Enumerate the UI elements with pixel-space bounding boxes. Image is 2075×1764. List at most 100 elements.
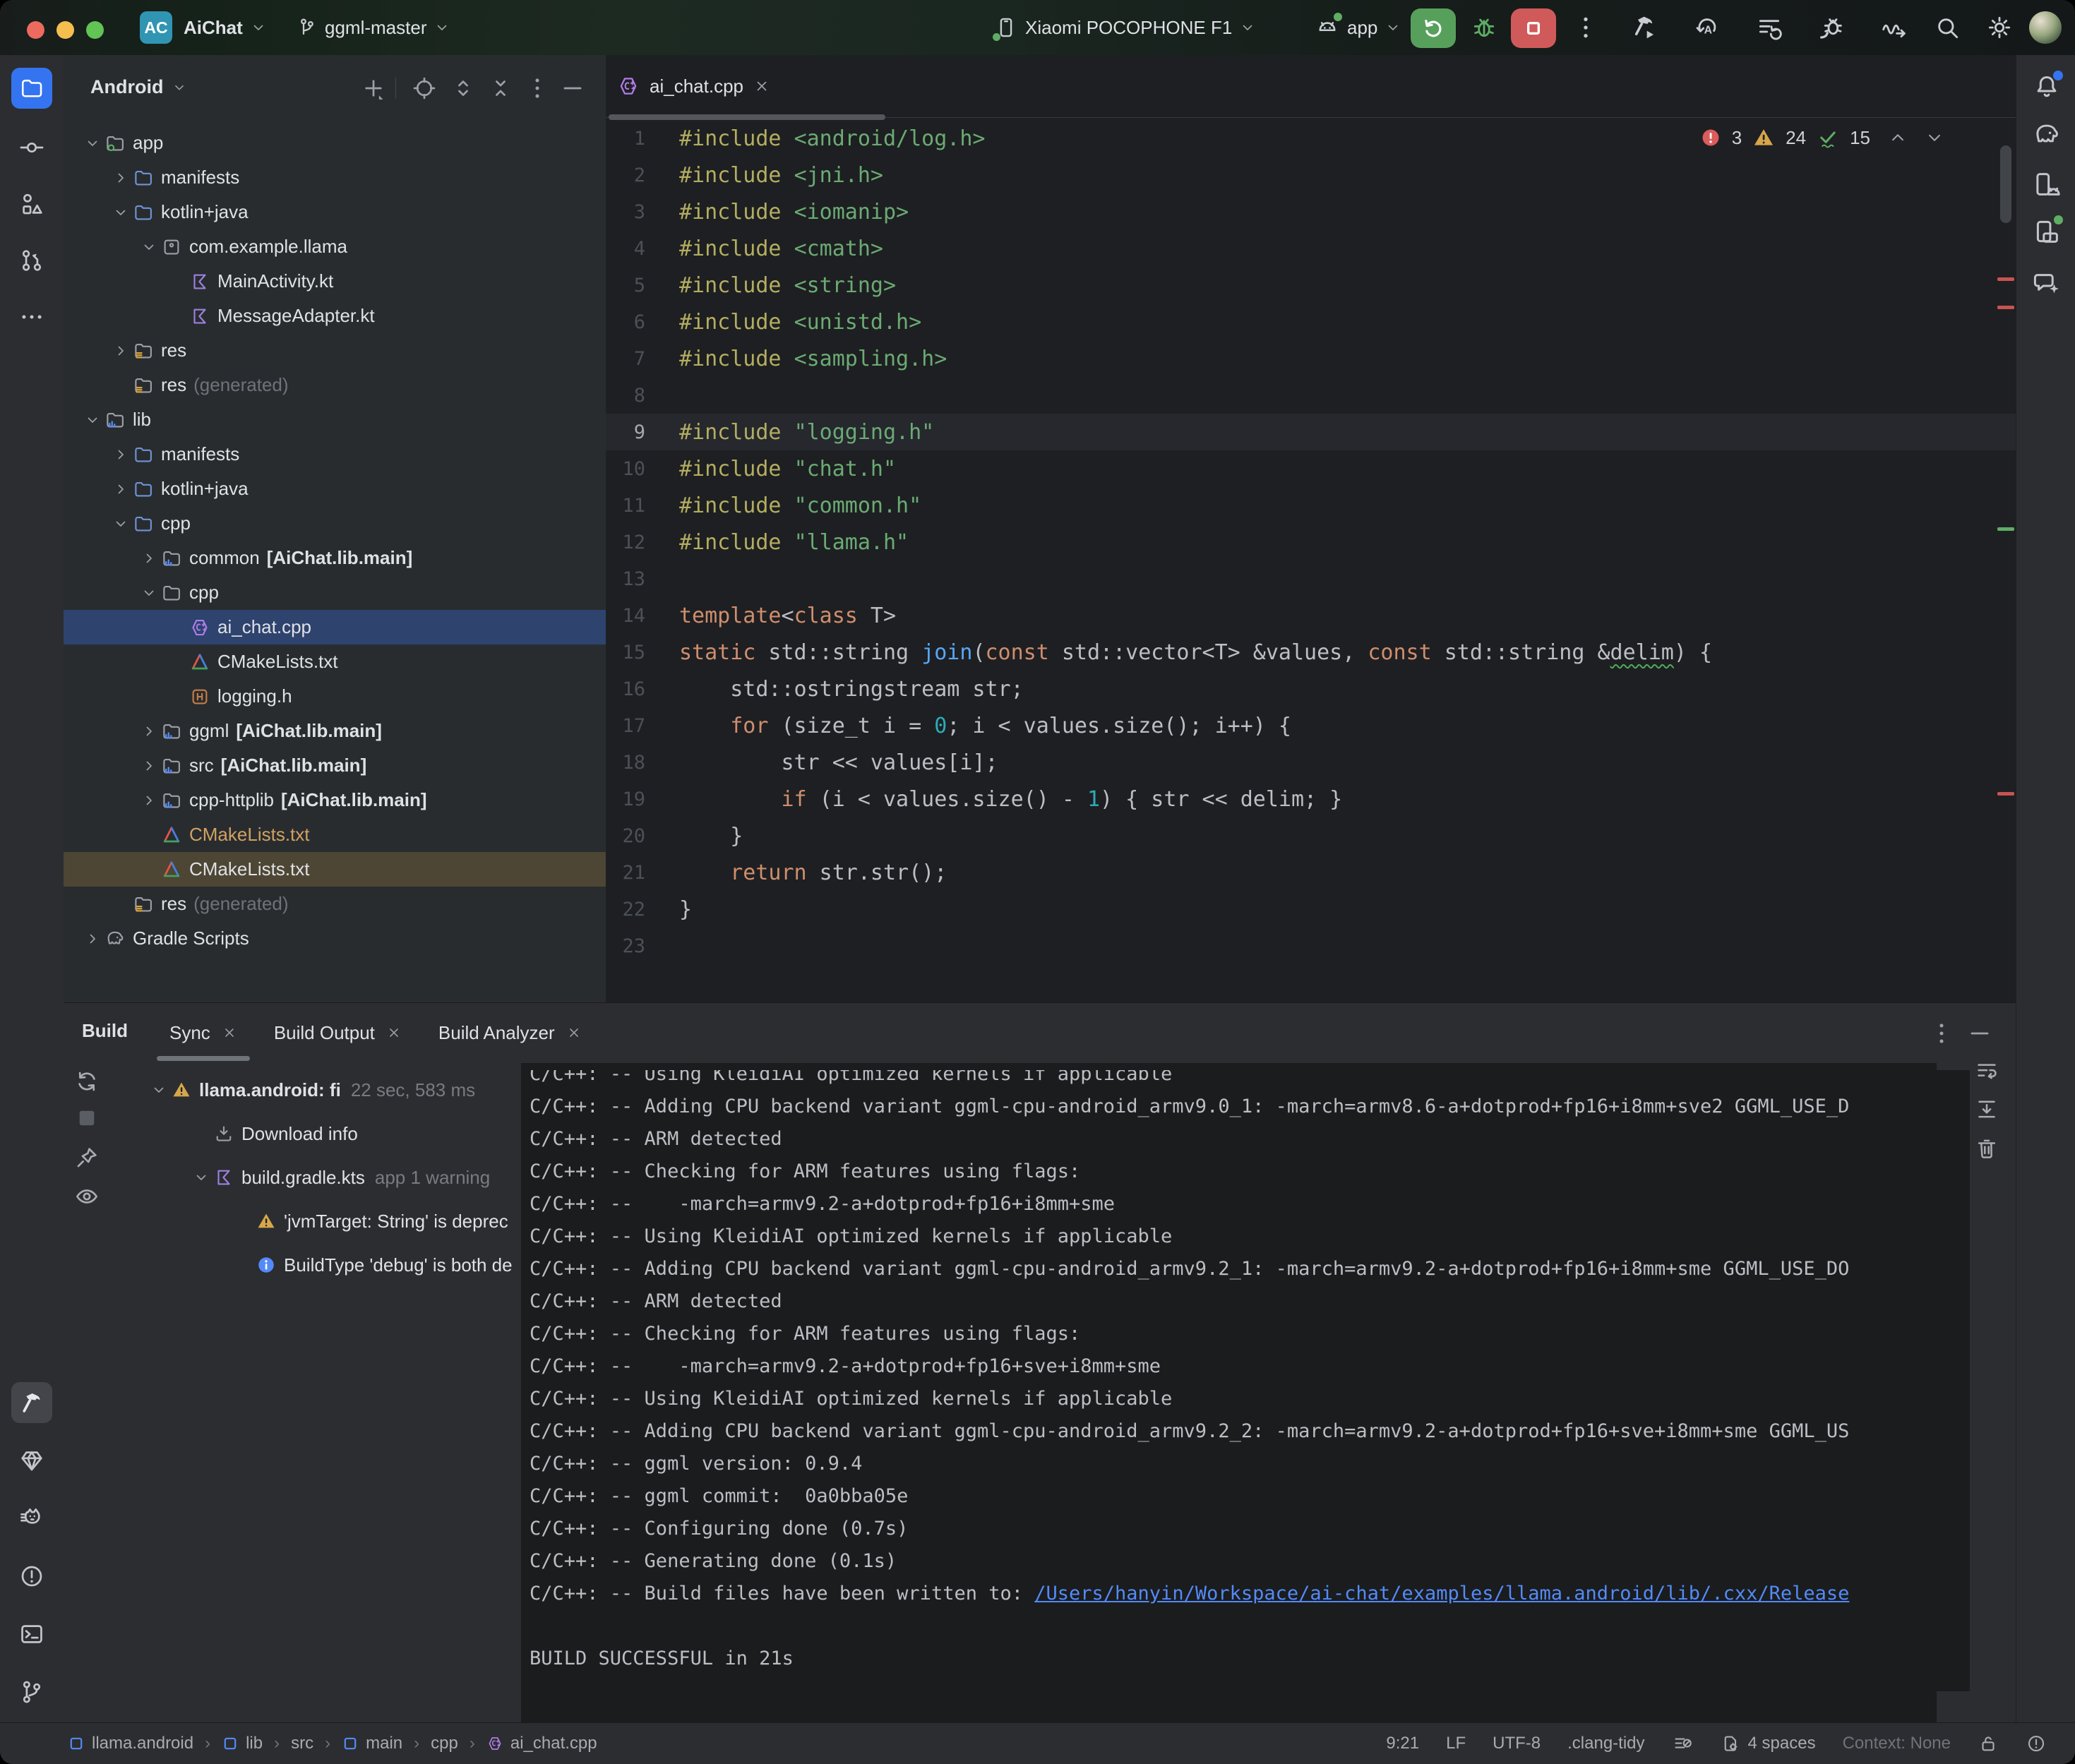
line-number[interactable]: 9 — [606, 421, 645, 443]
status-item[interactable] — [1672, 1733, 1693, 1754]
breadcrumb-item[interactable]: lib — [222, 1734, 263, 1753]
status-item-utf-8[interactable]: UTF-8 — [1493, 1734, 1541, 1753]
tree-row[interactable]: manifests — [64, 160, 606, 195]
settings-icon[interactable] — [1985, 13, 2014, 42]
console-path-link[interactable]: /Users/hanyin/Workspace/ai-chat/examples… — [1034, 1583, 1849, 1604]
tree-row[interactable]: lib — [64, 402, 606, 437]
chevron-slot[interactable] — [109, 342, 133, 359]
status-item-context-none[interactable]: Context: None — [1843, 1734, 1951, 1753]
clear-console-icon[interactable] — [1974, 1136, 1999, 1161]
terminal-tool-button[interactable] — [11, 1614, 52, 1655]
gemini-chat-tool-button[interactable] — [2032, 268, 2062, 298]
change-stripe-mark[interactable] — [1997, 527, 2014, 531]
tree-row[interactable]: MessageAdapter.kt — [64, 299, 606, 333]
build-options-icon[interactable] — [1928, 1020, 1955, 1047]
collapse-all-icon[interactable] — [487, 75, 514, 102]
status-item[interactable] — [1978, 1733, 1999, 1754]
build-tool-button[interactable] — [11, 1382, 52, 1423]
add-icon[interactable] — [360, 75, 387, 102]
chevron-slot[interactable] — [137, 792, 161, 809]
panel-options-icon[interactable] — [524, 75, 551, 102]
line-number[interactable]: 13 — [606, 568, 645, 590]
attach-debugger-icon[interactable] — [1817, 13, 1846, 42]
breadcrumb-item[interactable]: src — [291, 1734, 313, 1753]
editor-vertical-scrollbar[interactable] — [2000, 145, 2011, 223]
more-actions-icon[interactable] — [1572, 13, 1600, 42]
tree-row[interactable]: cpp — [64, 575, 606, 610]
line-number[interactable]: 15 — [606, 642, 645, 664]
gradle-tool-button[interactable] — [2032, 120, 2062, 150]
chevron-slot[interactable] — [109, 204, 133, 221]
tree-row[interactable]: CMakeLists.txt — [64, 817, 606, 852]
tree-row[interactable]: logging.h — [64, 679, 606, 714]
line-number[interactable]: 3 — [606, 201, 645, 223]
chevron-slot[interactable] — [137, 550, 161, 567]
chevron-slot[interactable] — [109, 515, 133, 532]
device-selector[interactable]: Xiaomi POCOPHONE F1 — [994, 0, 1256, 55]
error-stripe-mark[interactable] — [1997, 306, 2014, 309]
line-number[interactable]: 21 — [606, 862, 645, 884]
code-area[interactable]: 1#include <android/log.h>2#include <jni.… — [606, 120, 2016, 964]
line-number[interactable]: 6 — [606, 311, 645, 333]
hide-panel-icon[interactable] — [559, 75, 586, 102]
status-item-lf[interactable]: LF — [1446, 1734, 1466, 1753]
expand-all-icon[interactable] — [450, 75, 477, 102]
status-item[interactable] — [2026, 1733, 2047, 1754]
stop-button[interactable] — [1511, 8, 1556, 48]
line-number[interactable]: 2 — [606, 164, 645, 186]
line-number[interactable]: 18 — [606, 752, 645, 774]
tab-ai-chat-cpp[interactable]: C ai_chat.cpp — [617, 55, 770, 117]
chevron-slot[interactable] — [137, 757, 161, 774]
zoom-window-button[interactable] — [86, 21, 104, 39]
rerun-button[interactable] — [1411, 8, 1456, 48]
line-number[interactable]: 7 — [606, 348, 645, 370]
build-tab-build-output[interactable]: Build Output — [256, 1003, 420, 1062]
tree-row[interactable]: manifests — [64, 437, 606, 472]
run-config-selector[interactable]: app — [1315, 0, 1401, 55]
close-tab-icon[interactable] — [566, 1025, 582, 1040]
tree-row[interactable]: ggml[AiChat.lib.main] — [64, 714, 606, 748]
build-icon[interactable] — [1629, 13, 1658, 42]
status-item-9-21[interactable]: 9:21 — [1386, 1734, 1419, 1753]
search-icon[interactable] — [1933, 13, 1961, 42]
chevron-slot[interactable] — [137, 584, 161, 601]
apply-changes-icon[interactable]: A — [1693, 13, 1721, 42]
branch-selector[interactable]: ggml-master — [295, 0, 450, 55]
tree-row[interactable]: common[AiChat.lib.main] — [64, 541, 606, 575]
breadcrumb-item[interactable]: Cai_chat.cpp — [486, 1734, 597, 1753]
editor-horizontal-scrollbar[interactable] — [609, 114, 885, 120]
line-number[interactable]: 8 — [606, 385, 645, 407]
line-number[interactable]: 12 — [606, 532, 645, 553]
tree-row[interactable]: app — [64, 126, 606, 160]
commit-tool-button[interactable] — [11, 127, 52, 168]
line-number[interactable]: 5 — [606, 275, 645, 296]
soft-wrap-icon[interactable] — [1974, 1058, 1999, 1084]
tree-row[interactable]: MainActivity.kt — [64, 264, 606, 299]
chevron-slot[interactable] — [137, 723, 161, 740]
tree-row[interactable]: res(generated) — [64, 887, 606, 921]
build-tab-sync[interactable]: Sync — [151, 1003, 256, 1062]
project-selector[interactable]: AiChat — [184, 0, 267, 55]
debug-button[interactable] — [1470, 13, 1498, 42]
structure-tool-button[interactable] — [11, 184, 52, 224]
problems-tool-button[interactable] — [11, 1556, 52, 1597]
tree-row[interactable]: CMakeLists.txt — [64, 852, 606, 887]
line-number[interactable]: 1 — [606, 128, 645, 150]
chevron-slot[interactable] — [80, 412, 104, 428]
chevron-slot[interactable] — [189, 1169, 213, 1186]
running-devices-tool-button[interactable] — [2032, 217, 2062, 246]
chevron-slot[interactable] — [137, 239, 161, 256]
status-item-4-spaces[interactable]: 4 spaces — [1720, 1733, 1816, 1754]
project-tool-button[interactable] — [11, 68, 52, 109]
build-console[interactable]: C/C++: -- Using KleidiAI optimized kerne… — [522, 1070, 1970, 1691]
logcat-tool-button[interactable] — [11, 1498, 52, 1539]
tree-row[interactable]: res — [64, 333, 606, 368]
chevron-slot[interactable] — [80, 135, 104, 152]
build-tree-row[interactable]: llama.android: fi22 sec, 583 ms — [64, 1068, 515, 1112]
close-tab-icon[interactable] — [753, 78, 770, 95]
pull-requests-tool-button[interactable] — [11, 240, 52, 281]
tree-row[interactable]: src[AiChat.lib.main] — [64, 748, 606, 783]
chevron-slot[interactable] — [147, 1081, 171, 1098]
tree-row[interactable]: res(generated) — [64, 368, 606, 402]
scroll-to-end-icon[interactable] — [1974, 1096, 1999, 1122]
